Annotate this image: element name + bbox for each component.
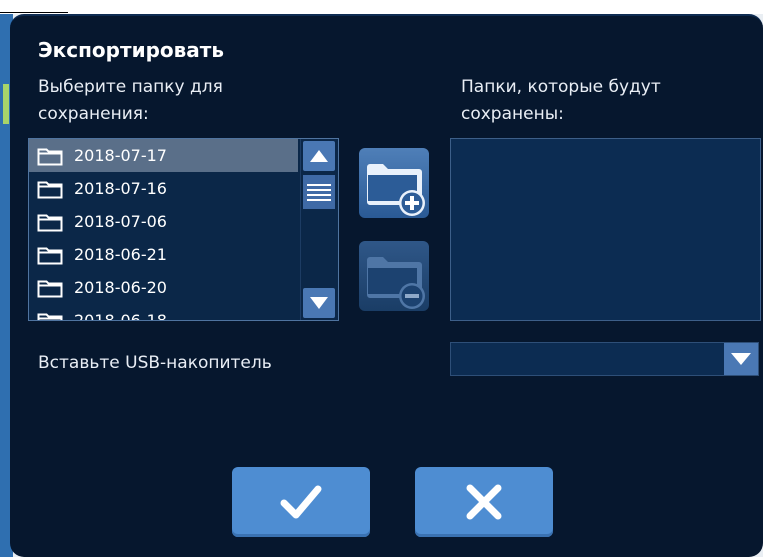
export-dialog: Экспортировать Выберите папку для сохран…	[10, 14, 763, 557]
target-folder-list[interactable]	[450, 138, 761, 321]
folder-remove-icon	[367, 257, 425, 309]
folder-name: 2018-06-18	[74, 311, 167, 320]
arrow-down-icon	[310, 297, 328, 309]
checkmark-icon	[280, 485, 322, 519]
source-folder-label: Выберите папку для сохранения:	[38, 77, 223, 124]
remove-folder-button[interactable]	[359, 241, 429, 311]
chevron-down-icon	[731, 353, 751, 365]
folder-icon	[37, 280, 63, 297]
folder-name: 2018-06-20	[74, 278, 167, 297]
add-folder-button[interactable]	[359, 148, 429, 218]
folder-list-item[interactable]: 2018-07-16	[29, 172, 298, 205]
target-folders-label: Папки, которые будут сохранены:	[461, 77, 661, 124]
scroll-thumb[interactable]	[303, 175, 335, 209]
folder-icon	[37, 148, 63, 165]
folder-name: 2018-07-17	[74, 146, 167, 165]
folder-list-item[interactable]: 2018-06-21	[29, 238, 298, 271]
folder-name: 2018-07-06	[74, 212, 167, 231]
folder-list-item[interactable]: 2018-07-06	[29, 205, 298, 238]
dialog-title: Экспортировать	[38, 38, 225, 62]
folder-list[interactable]: 2018-07-17 2018-07-16 2018-07-06 2018-06-21…	[28, 138, 339, 321]
usb-prompt-label: Вставьте USB-накопитель	[38, 353, 272, 373]
cancel-button[interactable]	[415, 467, 553, 537]
close-icon	[466, 484, 502, 520]
scroll-down-button[interactable]	[303, 288, 335, 318]
folder-list-scrollbar[interactable]	[300, 139, 338, 320]
usb-dropdown-button[interactable]	[724, 343, 758, 375]
folder-icon	[37, 181, 63, 198]
top-edge	[0, 0, 763, 14]
folder-list-item[interactable]: 2018-07-17	[29, 139, 298, 172]
usb-drive-select[interactable]	[450, 342, 759, 376]
arrow-up-icon	[310, 150, 328, 162]
folder-list-item[interactable]: 2018-06-20	[29, 271, 298, 304]
folder-icon	[37, 247, 63, 264]
top-edge-mark	[0, 12, 68, 13]
folder-add-icon	[367, 164, 425, 216]
folder-icon	[37, 214, 63, 231]
background-mark	[3, 84, 9, 124]
scroll-up-button[interactable]	[303, 141, 335, 171]
folder-name: 2018-06-21	[74, 245, 167, 264]
folder-icon	[37, 313, 63, 320]
folder-list-item[interactable]: 2018-06-18	[29, 304, 298, 320]
folder-list-items: 2018-07-17 2018-07-16 2018-07-06 2018-06-21…	[29, 139, 300, 320]
folder-name: 2018-07-16	[74, 179, 167, 198]
ok-button[interactable]	[232, 467, 370, 537]
